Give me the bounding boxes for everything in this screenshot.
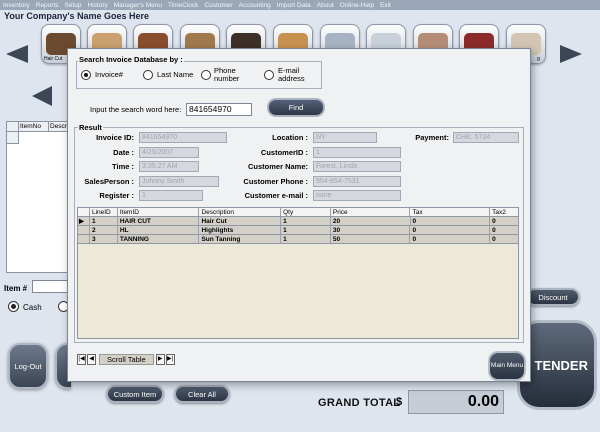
col-itemid: ItemID	[118, 208, 200, 216]
custom-item-button[interactable]: Custom Item	[106, 385, 164, 403]
last-record-icon[interactable]: ▶|	[165, 353, 175, 365]
radio-invoice[interactable]	[81, 70, 91, 80]
radio-invoice-label: Invoice#	[95, 70, 123, 79]
grand-total-label: GRAND TOTAL	[318, 397, 401, 409]
payment-field[interactable]: CHK: 5734	[453, 132, 519, 143]
salesperson-label: SalesPerson :	[84, 177, 134, 186]
scroll-table-label: Scroll Table	[99, 353, 154, 365]
radio-email-label: E-mail address	[278, 66, 305, 83]
result-legend: Result	[78, 123, 103, 132]
col-lineid: LineID	[90, 208, 118, 216]
prev-record-icon[interactable]: ◀	[87, 353, 96, 365]
table-row[interactable]: 2 HL Highlights 1 30 0 0	[78, 226, 518, 235]
find-button[interactable]: Find	[267, 98, 325, 117]
salesperson-field[interactable]: Johnny Smith	[139, 176, 219, 187]
main-menu-button[interactable]: Main Menu	[488, 351, 526, 381]
menu-inventory[interactable]: Inventory	[3, 2, 30, 9]
radio-phone[interactable]	[201, 70, 211, 80]
customer-id-label: CustomerID :	[260, 148, 308, 157]
customer-name-label: Customer Name:	[247, 162, 308, 171]
item-number-input[interactable]	[32, 280, 68, 293]
location-label: Location :	[272, 133, 308, 142]
menu-history[interactable]: History	[88, 2, 108, 9]
col-description: Description	[50, 123, 67, 130]
order-grid-header: ItemNo Description	[7, 122, 67, 132]
search-word-label: Input the search word here:	[90, 105, 182, 114]
radio-last-name[interactable]	[143, 70, 153, 80]
date-label: Date :	[113, 148, 134, 157]
cash-radio[interactable]	[8, 301, 19, 312]
table-header: LineID ItemID Description Qty Price Tax …	[78, 208, 518, 217]
category-left-arrow-icon[interactable]	[32, 86, 52, 106]
col-description: Description	[199, 208, 282, 216]
invoice-id-field[interactable]: 841654970	[139, 132, 227, 143]
current-row-icon: ▶	[78, 217, 90, 225]
grand-total-value: 0.00	[408, 390, 504, 414]
col-itemno: ItemNo	[19, 122, 49, 131]
menu-reports[interactable]: Reports	[36, 2, 59, 9]
currency-symbol: $	[396, 396, 403, 408]
date-field[interactable]: 4/25/2007	[139, 147, 199, 158]
company-name: Your Company's Name Goes Here	[4, 11, 150, 21]
col-tax: Tax	[410, 208, 491, 216]
location-field[interactable]: NY	[313, 132, 377, 143]
menu-customer[interactable]: Customer	[204, 2, 232, 9]
menu-accounting[interactable]: Accounting	[239, 2, 271, 9]
table-row[interactable]: ▶ 1 HAIR CUT Hair Cut 1 20 0 0	[78, 217, 518, 226]
cash-label: Cash	[23, 303, 42, 312]
col-tax2: Tax2	[492, 209, 506, 216]
clear-all-button[interactable]: Clear All	[174, 385, 230, 403]
col-price: Price	[331, 208, 411, 216]
invoice-search-dialog: Search Invoice Database by : Invoice# La…	[67, 48, 531, 382]
customer-email-field[interactable]: none	[313, 190, 401, 201]
register-label: Register :	[99, 191, 134, 200]
menu-exit[interactable]: Exit	[380, 2, 391, 9]
scroll-left-arrow-icon[interactable]	[6, 45, 28, 63]
search-input[interactable]: 841654970	[186, 103, 252, 116]
table-navigator: |◀ ◀ Scroll Table ▶ ▶|	[77, 353, 176, 365]
menu-setup[interactable]: Setup	[65, 2, 82, 9]
customer-name-field[interactable]: Forest, Linda	[313, 161, 401, 172]
menu-timeclock[interactable]: TimeClock	[168, 2, 198, 9]
time-label: Time :	[112, 162, 134, 171]
customer-id-field[interactable]: 1	[313, 147, 401, 158]
time-field[interactable]: 3:35:27 AM	[139, 161, 199, 172]
service-label: g	[537, 56, 540, 62]
menu-managers-menu[interactable]: Manager's Menu	[114, 2, 162, 9]
order-grid[interactable]: ItemNo Description	[6, 121, 68, 273]
logout-button[interactable]: Log-Out	[8, 343, 48, 389]
customer-phone-label: Customer Phone :	[243, 177, 308, 186]
invoice-id-label: Invoice ID:	[96, 133, 134, 142]
discount-button[interactable]: Discount	[526, 288, 580, 306]
invoice-lines-table[interactable]: LineID ItemID Description Qty Price Tax …	[77, 207, 519, 339]
service-label: Hair Cut	[44, 56, 63, 62]
menu-about[interactable]: About	[317, 2, 334, 9]
menubar: Inventory Reports Setup History Manager'…	[0, 0, 600, 10]
customer-phone-field[interactable]: 954-854-7531	[313, 176, 401, 187]
register-field[interactable]: 1	[139, 190, 203, 201]
radio-last-name-label: Last Name	[157, 70, 194, 79]
menu-import-data[interactable]: Import Data	[277, 2, 311, 9]
order-grid-row-selector[interactable]	[7, 132, 19, 144]
customer-email-label: Customer e-mail :	[244, 191, 308, 200]
menu-online-help[interactable]: Online-Help	[340, 2, 374, 9]
next-record-icon[interactable]: ▶	[155, 353, 165, 365]
table-row[interactable]: 3 TANNING Sun Tanning 1 50 0 0	[78, 235, 518, 244]
scroll-right-arrow-icon[interactable]	[560, 45, 582, 63]
col-qty: Qty	[281, 208, 331, 216]
radio-phone-label: Phone number	[214, 66, 240, 83]
radio-email[interactable]	[264, 70, 274, 80]
payment-label: Payment:	[415, 133, 449, 142]
search-by-legend: Search Invoice Database by :	[78, 55, 184, 64]
first-record-icon[interactable]: |◀	[77, 353, 86, 365]
item-number-label: Item #	[4, 284, 28, 293]
